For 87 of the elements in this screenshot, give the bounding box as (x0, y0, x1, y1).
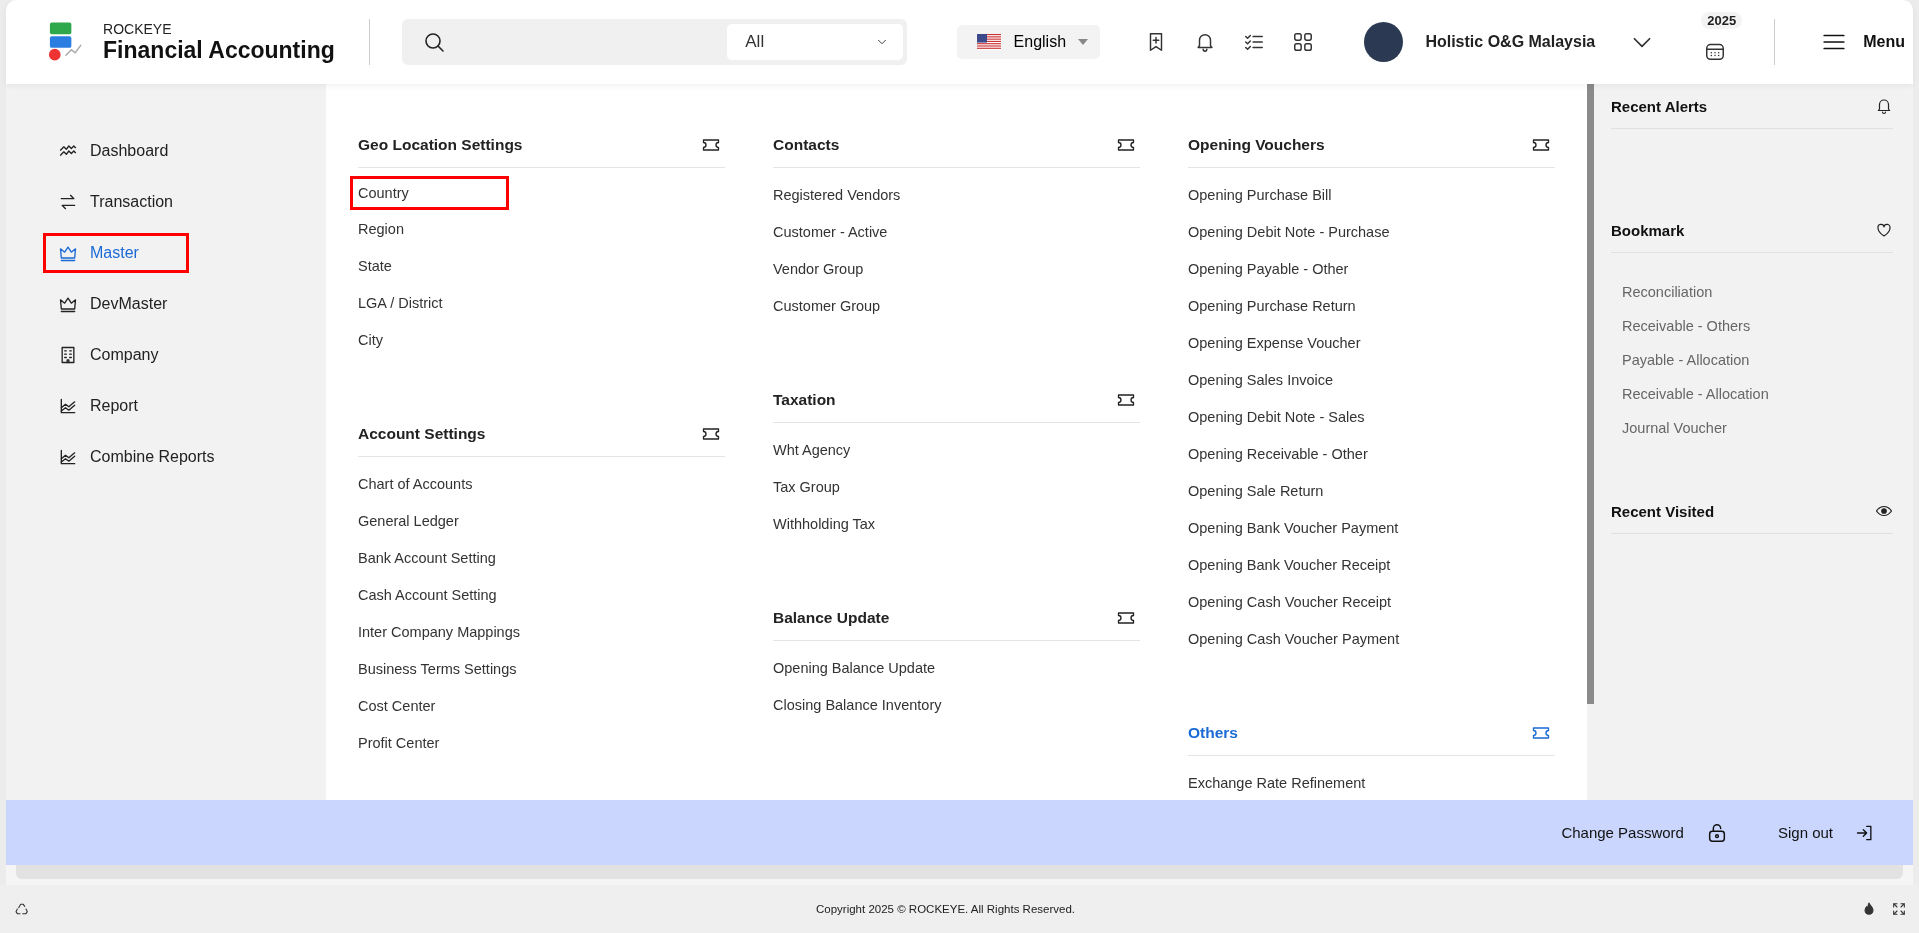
bookmark-link[interactable]: Reconciliation (1622, 275, 1713, 309)
menu-link[interactable]: Customer Group (765, 287, 889, 324)
logo-icon (46, 22, 84, 62)
bookmark-link[interactable]: Receivable - Others (1622, 309, 1751, 343)
fullscreen-button[interactable] (1891, 901, 1907, 917)
grid-icon (1292, 31, 1315, 53)
menu-link[interactable]: Region (350, 210, 412, 247)
menu-link[interactable]: Opening Debit Note - Purchase (1180, 213, 1398, 250)
bookmark-link[interactable]: Receivable - Allocation (1622, 377, 1769, 411)
menu-link[interactable]: Customer - Active (765, 213, 896, 250)
chart-icon (58, 447, 78, 467)
menu-link[interactable]: Withholding Tax (765, 505, 884, 542)
flame-icon (1861, 901, 1877, 917)
brand-subtitle: ROCKEYE (103, 20, 173, 37)
menu-link[interactable]: LGA / District (350, 284, 451, 321)
company-name: Holistic O&G Malaysia (1425, 33, 1596, 51)
sidebar-item[interactable]: Transaction (43, 182, 188, 222)
section-heading: Opening Vouchers (1188, 136, 1325, 154)
menu-link[interactable]: Opening Receivable - Other (1180, 435, 1376, 472)
panel-heading: Bookmark (1611, 221, 1685, 239)
menu-link[interactable]: Opening Bank Voucher Payment (1180, 509, 1407, 546)
menu-link[interactable]: Opening Expense Voucher (1180, 324, 1369, 361)
menu-link[interactable]: Opening Payable - Other (1180, 250, 1357, 287)
flag-icon (977, 34, 1002, 50)
menu-link[interactable]: Opening Debit Note - Sales (1180, 398, 1373, 435)
menu-link[interactable]: Opening Purchase Bill (1180, 176, 1340, 213)
sidebar-item[interactable]: Master (43, 233, 189, 273)
menu-link[interactable]: Bank Account Setting (350, 539, 504, 576)
sidebar-item[interactable]: DevMaster (43, 284, 183, 324)
sidebar-item[interactable]: Combine Reports (43, 437, 230, 477)
search-field[interactable]: All (401, 19, 908, 65)
bookmark-link[interactable]: Journal Voucher (1622, 411, 1727, 445)
menu-link[interactable]: Vendor Group (765, 250, 872, 287)
menu-link[interactable]: City (350, 321, 391, 358)
menu-link[interactable]: Profit Center (350, 724, 448, 761)
footer-action[interactable]: Sign out (1777, 822, 1875, 843)
menu-link[interactable]: Opening Balance Update (765, 649, 944, 686)
panel-heading: Recent Alerts (1611, 97, 1708, 115)
transfer-icon (58, 192, 78, 212)
heart-icon (1875, 221, 1893, 239)
section-heading: Geo Location Settings (358, 136, 523, 154)
panel-heading: Recent Visited (1611, 502, 1715, 520)
section-heading: Account Settings (358, 425, 486, 443)
footer-action[interactable]: Change Password (1561, 821, 1728, 844)
bookmark-link[interactable]: Payable - Allocation (1622, 343, 1750, 377)
recycle-button[interactable] (14, 901, 30, 917)
menu-link[interactable]: State (350, 247, 400, 284)
sidebar-item[interactable]: Report (43, 386, 154, 426)
menu-link[interactable]: Closing Balance Inventory (765, 686, 950, 723)
section-heading: Others (1188, 724, 1238, 742)
avatar[interactable] (1364, 22, 1404, 62)
menu-link[interactable]: Opening Bank Voucher Receipt (1180, 546, 1399, 583)
menu-link[interactable]: Opening Sale Return (1180, 472, 1332, 509)
sidebar-item[interactable]: Dashboard (43, 131, 184, 171)
caret-icon (1078, 39, 1089, 45)
menu-link[interactable]: Inter Company Mappings (350, 613, 528, 650)
menu-link[interactable]: Chart of Accounts (350, 465, 481, 502)
app-title: Financial Accounting (103, 36, 335, 64)
language-dropdown[interactable]: English (957, 25, 1101, 59)
filter-dropdown[interactable]: All (727, 24, 904, 60)
year-badge: 2025 (1701, 12, 1743, 29)
copyright-text: Copyright 2025 © ROCKEYE. All Rights Reserved. (816, 903, 1075, 915)
flame-button[interactable] (1861, 901, 1877, 917)
chart-icon (58, 396, 78, 416)
section-heading: Contacts (773, 136, 840, 154)
apps-button[interactable] (1292, 31, 1315, 53)
menu-link[interactable]: Tax Group (765, 468, 848, 505)
menu-link[interactable]: Country (350, 176, 509, 210)
bell-icon (1875, 97, 1893, 115)
section-heading: Taxation (773, 391, 836, 409)
menu-link[interactable]: Wht Agency (765, 431, 859, 468)
menu-link[interactable]: Cash Account Setting (350, 576, 505, 613)
menu-link[interactable]: Exchange Rate Refinement (1180, 764, 1374, 800)
menu-link[interactable]: Registered Vendors (765, 176, 909, 213)
expand-icon (1891, 901, 1907, 917)
menu-link[interactable]: Opening Cash Voucher Payment (1180, 620, 1408, 657)
menu-link[interactable]: Business Terms Settings (350, 650, 525, 687)
recycle-icon (14, 901, 30, 917)
sidebar-item[interactable]: Company (43, 335, 174, 375)
menu-link[interactable]: General Ledger (350, 502, 467, 539)
menu-link[interactable]: Opening Purchase Return (1180, 287, 1364, 324)
menu-link[interactable]: Opening Sales Invoice (1180, 361, 1342, 398)
section-heading: Balance Update (773, 609, 890, 627)
menu-link[interactable]: Opening Cash Voucher Receipt (1180, 583, 1400, 620)
menu-button[interactable]: Menu (1805, 29, 1913, 55)
scrollbar[interactable] (1587, 84, 1594, 704)
menu-link[interactable]: Cost Center (350, 687, 444, 724)
